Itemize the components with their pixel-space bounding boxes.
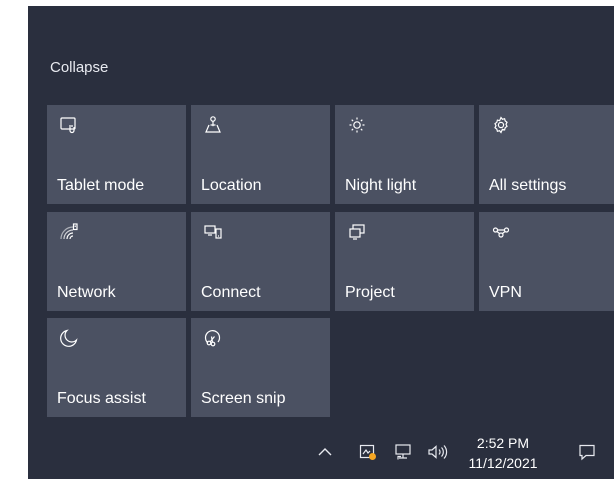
network-monitor-icon[interactable] (392, 441, 414, 463)
night-light-icon (346, 114, 368, 136)
tile-vpn[interactable]: VPN (479, 212, 614, 311)
tablet-mode-icon (58, 114, 80, 136)
tile-location[interactable]: Location (191, 105, 330, 204)
tile-label: Network (57, 284, 116, 301)
vpn-icon (490, 221, 512, 243)
connect-icon (202, 221, 224, 243)
tile-label: Connect (201, 284, 261, 301)
tile-label: All settings (489, 177, 567, 194)
clock-time: 2:52 PM (476, 435, 530, 451)
tile-tablet-mode[interactable]: Tablet mode (47, 105, 186, 204)
tile-network[interactable]: Network (47, 212, 186, 311)
project-icon (346, 221, 368, 243)
system-clock[interactable]: 2:52 PM 11/12/2021 (460, 433, 546, 473)
chevron-up-icon[interactable] (315, 442, 335, 462)
tile-night-light[interactable]: Night light (335, 105, 474, 204)
tile-focus-assist[interactable]: Focus assist (47, 318, 186, 417)
tile-label: Screen snip (201, 390, 286, 407)
action-center-icon[interactable] (576, 441, 598, 463)
screen-snip-icon (202, 327, 224, 349)
location-icon (202, 114, 224, 136)
clock-date: 11/12/2021 (468, 455, 538, 471)
tile-label: Tablet mode (57, 177, 145, 194)
tile-connect[interactable]: Connect (191, 212, 330, 311)
collapse-link[interactable]: Collapse (50, 59, 108, 76)
tile-screen-snip[interactable]: Screen snip (191, 318, 330, 417)
network-icon (58, 221, 80, 243)
tile-project[interactable]: Project (335, 212, 474, 311)
tile-label: Night light (345, 177, 417, 194)
tile-label: Project (345, 284, 395, 301)
speaker-icon[interactable] (425, 441, 455, 463)
tile-all-settings[interactable]: All settings (479, 105, 614, 204)
gear-icon (490, 114, 512, 136)
tile-label: VPN (489, 284, 522, 301)
notification-app-icon[interactable] (357, 441, 379, 463)
moon-icon (58, 327, 80, 349)
taskbar: 2:52 PM 11/12/2021 (28, 425, 614, 479)
action-center-panel: Collapse Tablet mode Location Night ligh… (28, 6, 614, 479)
tile-label: Focus assist (57, 390, 146, 407)
tile-label: Location (201, 177, 262, 194)
